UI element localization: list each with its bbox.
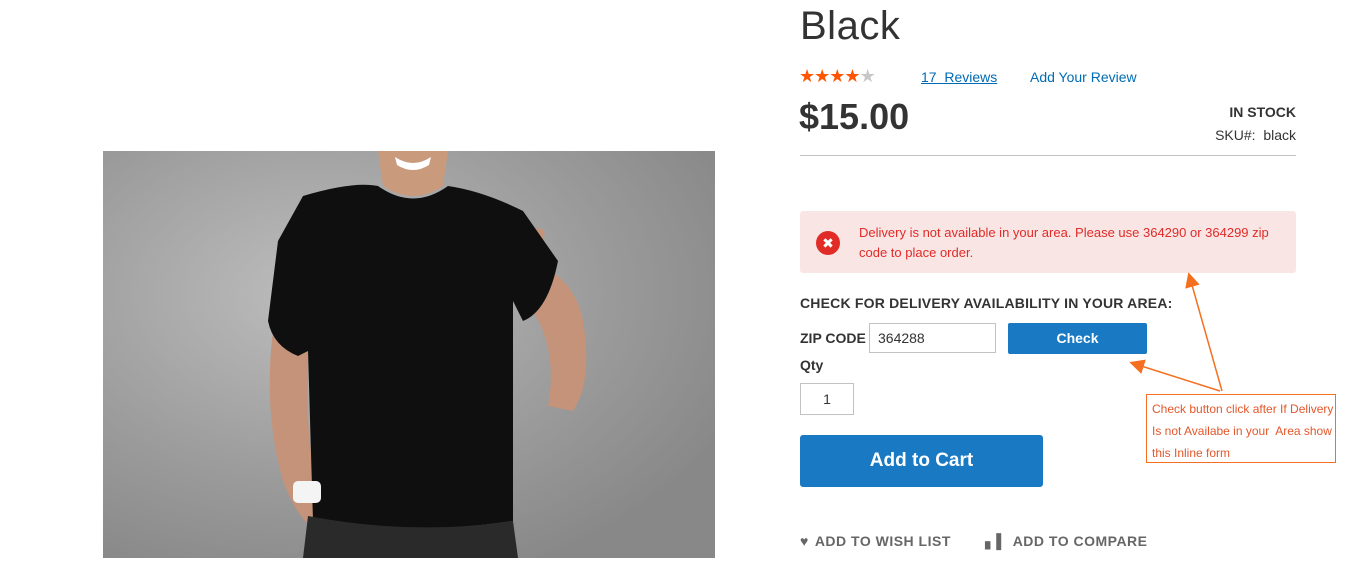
product-price: $15.00 <box>799 96 910 137</box>
bar-chart-icon: ▖▌ <box>985 533 1007 549</box>
wish-list-label: ADD TO WISH LIST <box>814 533 951 549</box>
delivery-check-heading: CHECK FOR DELIVERY AVAILABILITY IN YOUR … <box>800 295 1173 311</box>
rating-stars: ★★★★★ <box>799 66 876 86</box>
zip-code-label: ZIP CODE <box>800 330 866 346</box>
stock-status: IN STOCK <box>1229 104 1296 120</box>
arrow-to-check <box>1129 359 1221 392</box>
star-icon: ★ <box>844 66 860 86</box>
star-icon: ★ <box>814 66 830 86</box>
error-text: Delivery is not available in your area. … <box>859 225 1269 260</box>
sku-value: black <box>1263 127 1296 143</box>
x-circle-icon: ✖ <box>816 231 840 255</box>
star-empty-icon: ★ <box>859 66 876 86</box>
check-button[interactable]: Check <box>1008 323 1147 354</box>
annotation-note: Check button click after If Delivery Is … <box>1146 394 1336 463</box>
add-to-cart-button[interactable]: Add to Cart <box>800 435 1043 487</box>
heart-icon: ♥ <box>800 533 809 549</box>
add-to-wish-list-link[interactable]: ♥ ADD TO WISH LIST <box>800 533 951 549</box>
reviews-link[interactable]: 17 Reviews <box>921 69 997 85</box>
add-to-compare-link[interactable]: ▖▌ ADD TO COMPARE <box>985 533 1148 550</box>
compare-label: ADD TO COMPARE <box>1012 533 1148 549</box>
star-icon: ★ <box>829 66 845 86</box>
product-title: Black <box>800 4 901 48</box>
delivery-error-message: ✖ Delivery is not available in your area… <box>800 211 1296 273</box>
annotation-text: Check button click after If Delivery Is … <box>1152 402 1337 460</box>
product-image[interactable] <box>103 151 715 558</box>
zip-code-input[interactable] <box>869 323 996 353</box>
sku-label: SKU#: <box>1215 127 1256 143</box>
qty-label: Qty <box>800 357 824 373</box>
product-photo-illustration <box>103 151 715 558</box>
arrow-to-error <box>1185 272 1223 392</box>
divider <box>800 155 1296 156</box>
sku: SKU#: black <box>1215 127 1296 143</box>
add-review-link[interactable]: Add Your Review <box>1030 69 1137 85</box>
qty-input[interactable] <box>800 383 854 415</box>
star-icon: ★ <box>799 66 815 86</box>
